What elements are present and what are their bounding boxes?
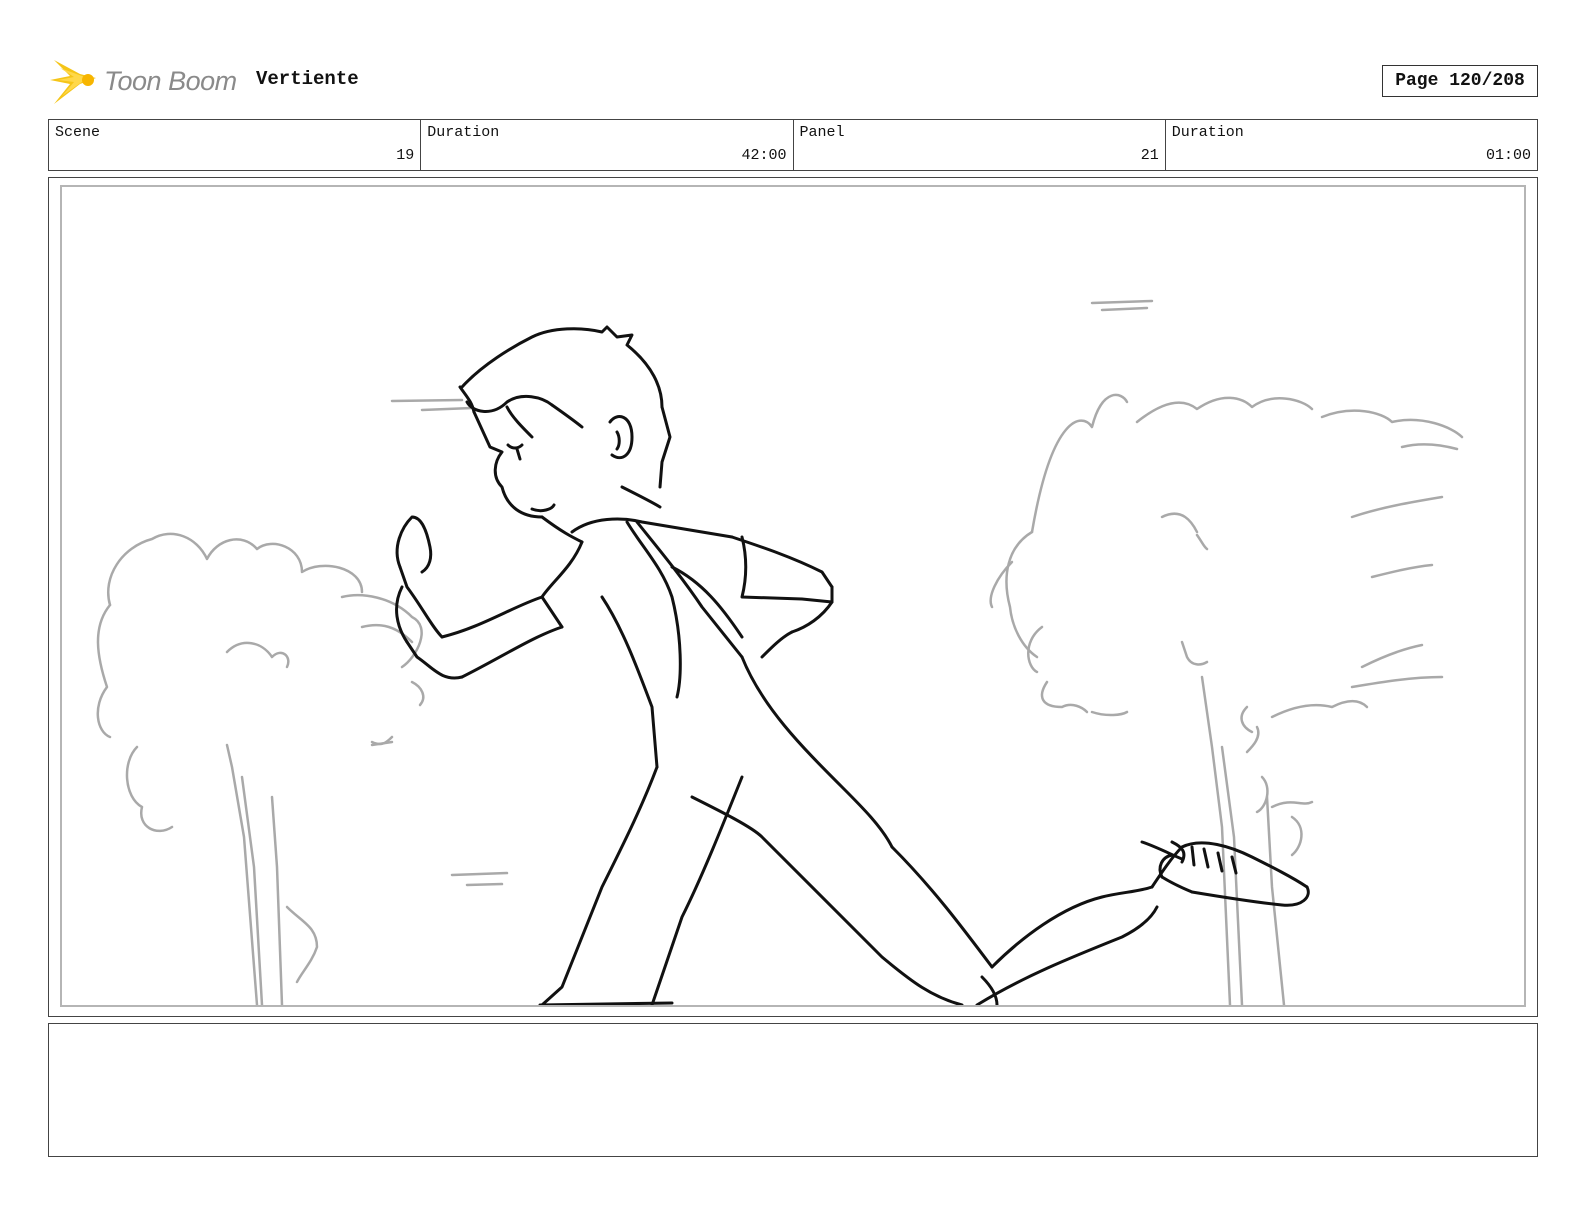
logo-text: Toon Boom [104, 65, 237, 96]
speed-lines [370, 299, 1154, 887]
panel-info-bar: Scene 19 Duration 42:00 Panel 21 Duratio… [48, 119, 1538, 171]
page-indicator: Page 120/208 [1382, 65, 1538, 97]
left-tree-sketch [96, 532, 425, 1005]
scene-cell: Scene 19 [49, 120, 422, 170]
running-boy-figure [395, 325, 1310, 1005]
project-title: Vertiente [256, 68, 359, 90]
toon-boom-logo: Toon Boom [50, 54, 237, 108]
scene-duration-label: Duration [427, 124, 500, 141]
panel-duration-cell: Duration 01:00 [1166, 120, 1537, 170]
scene-label: Scene [55, 124, 101, 141]
scene-duration-cell: Duration 42:00 [421, 120, 794, 170]
storyboard-panel-frame [48, 177, 1538, 1017]
panel-label: Panel [799, 124, 845, 141]
scene-value: 19 [396, 147, 415, 164]
running-boy-sketch [96, 299, 1464, 1005]
toon-boom-burst-icon [50, 60, 96, 104]
storyboard-panel-image [60, 185, 1526, 1007]
panel-duration-label: Duration [1171, 124, 1244, 141]
panel-value: 21 [1140, 147, 1159, 164]
panel-notes-box [48, 1023, 1538, 1157]
page-label: Page 120/208 [1395, 71, 1525, 91]
scene-duration-value: 42:00 [741, 147, 787, 164]
panel-cell: Panel 21 [794, 120, 1166, 170]
panel-duration-value: 01:00 [1485, 147, 1531, 164]
